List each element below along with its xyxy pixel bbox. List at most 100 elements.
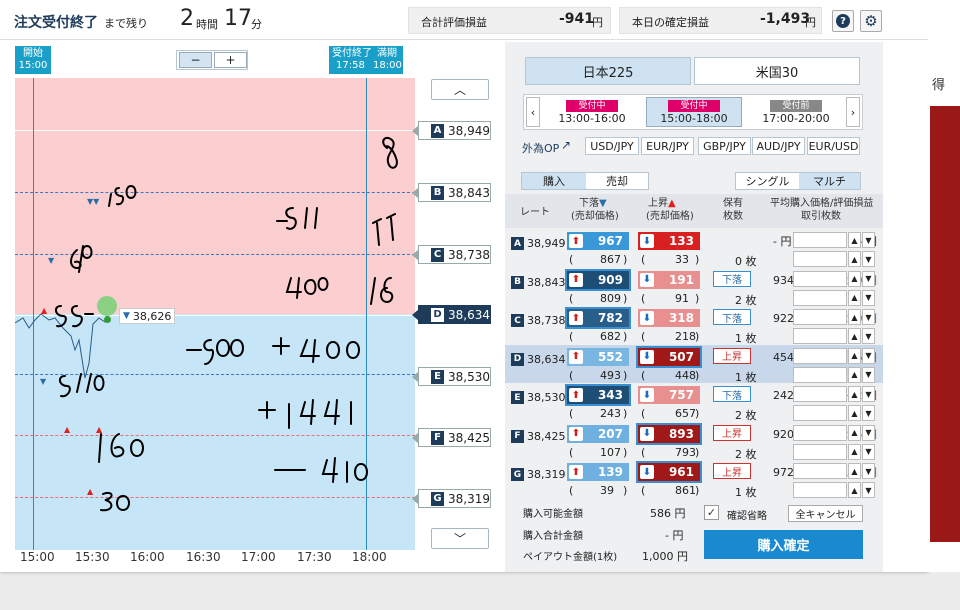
chevron-down-icon[interactable]: ▼ — [862, 251, 875, 267]
buy-tab[interactable]: 購入 — [522, 173, 586, 189]
qty-field[interactable] — [793, 309, 847, 325]
qty-field[interactable] — [793, 463, 847, 479]
up-sell-close: ) — [695, 253, 700, 266]
chevron-down-icon[interactable]: ▼ — [862, 386, 875, 402]
chevron-down-icon[interactable]: ▼ — [862, 232, 875, 248]
chevron-down-icon[interactable]: ▼ — [862, 347, 875, 364]
qty-field[interactable] — [793, 232, 847, 248]
up-price-button[interactable]: ⬇ 133 — [638, 232, 700, 250]
qty-field[interactable] — [793, 386, 847, 402]
chevron-up-icon[interactable]: ▲ — [848, 424, 861, 441]
chevron-up-icon[interactable]: ▲ — [848, 386, 861, 402]
down-price-button[interactable]: ⬆ 207 — [567, 424, 629, 443]
qty-field[interactable] — [793, 424, 847, 441]
chevron-down-icon[interactable]: ▼ — [862, 328, 875, 344]
table-row: D38,634⬆552⬇507(493)(448)上昇1 枚454 円-6 円▲… — [505, 344, 883, 384]
qty-field[interactable] — [793, 366, 847, 383]
chevron-up-icon[interactable]: ▲ — [848, 347, 861, 364]
period-option[interactable]: 受付中 15:00-18:00 — [646, 97, 742, 127]
qty-field[interactable] — [793, 289, 847, 306]
price-line — [15, 136, 398, 512]
chevron-up-icon[interactable]: ▲ — [848, 366, 861, 383]
triangle-up-icon: ▲ — [96, 425, 103, 434]
level-letter: F — [431, 430, 444, 445]
chevron-up-icon[interactable]: ▲ — [848, 443, 861, 460]
qty-field[interactable] — [793, 347, 847, 364]
chevron-up-icon[interactable]: ▲ — [848, 289, 861, 306]
down-price-button[interactable]: ⬆ 343 — [565, 384, 631, 406]
current-price-badge: ▼ 38,626 — [119, 308, 176, 324]
chevron-down-icon[interactable]: ▼ — [862, 366, 875, 383]
down-price-button[interactable]: ⬆ 782 — [565, 307, 631, 329]
down-price-button[interactable]: ⬆ 967 — [567, 232, 629, 250]
chevron-up-icon[interactable]: ▲ — [848, 328, 861, 344]
chevron-down-icon[interactable]: ▼ — [862, 482, 875, 498]
down-sell-close: ) — [623, 291, 628, 305]
single-mode-tab[interactable]: シングル — [736, 173, 799, 189]
chevron-left-icon[interactable]: ‹ — [526, 97, 540, 127]
skip-confirm-checkbox[interactable]: ✓ — [704, 505, 719, 520]
chevron-up-icon[interactable]: ▲ — [848, 232, 861, 248]
chevron-down-icon[interactable]: ▼ — [862, 405, 875, 421]
up-price-button[interactable]: ⬇ 893 — [636, 422, 702, 445]
fx-pair-button[interactable]: AUD/JPY — [752, 137, 805, 155]
fx-option-label[interactable]: 外為OP — [522, 140, 559, 156]
confirm-purchase-button[interactable]: 購入確定 — [704, 530, 863, 559]
cancel-all-button[interactable]: 全キャンセル — [788, 505, 863, 522]
fx-pair-button[interactable]: GBP/JPY — [698, 137, 751, 155]
chevron-right-icon[interactable]: › — [846, 97, 860, 127]
chevron-up-icon[interactable]: ▲ — [848, 405, 861, 421]
chevron-up-icon[interactable]: ▲ — [848, 482, 861, 498]
table-row: G38,319⬆139⬇961(39)(861)上昇1 枚972 円-111 円… — [505, 460, 883, 499]
sell-tab[interactable]: 売却 — [586, 173, 648, 189]
chevron-up-icon[interactable]: ▲ — [848, 251, 861, 267]
multi-mode-tab[interactable]: マルチ — [799, 173, 860, 189]
level-letter: C — [431, 247, 444, 262]
chevron-down-icon[interactable]: ▼ — [862, 424, 875, 441]
chevron-up-icon[interactable]: ▲ — [848, 270, 861, 287]
down-sell-close: ) — [623, 407, 628, 420]
period-option[interactable]: 受付前 17:00-20:00 — [748, 97, 844, 127]
chevron-up-icon[interactable]: ▲ — [848, 463, 861, 479]
row-letter: F — [511, 429, 524, 443]
tab-us30[interactable]: 米国30 — [694, 57, 860, 85]
zoom-in-button[interactable]: + — [214, 52, 247, 68]
up-price-button[interactable]: ⬇ 191 — [638, 270, 700, 289]
up-price-button[interactable]: ⬇ 507 — [636, 345, 702, 368]
down-price-button[interactable]: ⬆ 909 — [565, 268, 631, 291]
qty-field[interactable] — [793, 482, 847, 498]
chevron-down-icon[interactable]: ▼ — [862, 289, 875, 306]
chart-down-button[interactable]: ﹀ — [431, 528, 489, 549]
up-price-button[interactable]: ⬇ 318 — [638, 309, 700, 327]
chevron-down-icon[interactable]: ▼ — [862, 443, 875, 460]
row-rate-value: 38,843 — [527, 275, 566, 289]
col-up-sub: (売却価格) — [646, 211, 694, 222]
chevron-up-icon[interactable]: ▲ — [848, 309, 861, 325]
up-price-button[interactable]: ⬇ 757 — [638, 386, 700, 404]
qty-field[interactable] — [793, 328, 847, 344]
fx-pair-button[interactable]: EUR/JPY — [641, 137, 694, 155]
chevron-down-icon[interactable]: ▼ — [862, 463, 875, 479]
qty-field[interactable] — [793, 443, 847, 460]
fx-pair-button[interactable]: EUR/USD — [807, 137, 860, 155]
down-price-button[interactable]: ⬆ 552 — [567, 347, 629, 366]
up-price-button[interactable]: ⬇ 961 — [636, 461, 702, 483]
down-price-button[interactable]: ⬆ 139 — [567, 463, 629, 481]
price-chart[interactable]: ▼ 38,626 ▼▼ ▼ ▼ ▲ ▲ ▲ ▲ — [15, 78, 415, 550]
fixed-pl-box: 本日の確定損益 -1,493 円 — [619, 7, 822, 34]
row-letter: A — [511, 237, 524, 250]
zoom-out-button[interactable]: − — [179, 52, 212, 68]
tab-nikkei225[interactable]: 日本225 — [525, 57, 691, 85]
chevron-down-icon[interactable]: ▼ — [862, 270, 875, 287]
period-option[interactable]: 受付中 13:00-16:00 — [544, 97, 640, 127]
period-status: 受付中 — [566, 100, 618, 112]
qty-field[interactable] — [793, 405, 847, 421]
qty-field[interactable] — [793, 270, 847, 287]
qty-field[interactable] — [793, 251, 847, 267]
row-rate: B 38,843 — [511, 275, 566, 289]
fx-pair-button[interactable]: USD/JPY — [585, 137, 639, 155]
chevron-down-icon[interactable]: ▼ — [862, 309, 875, 325]
chart-up-button[interactable]: ︿ — [431, 79, 489, 100]
gear-icon[interactable]: ⚙ — [860, 10, 882, 32]
help-icon[interactable]: ? — [832, 10, 854, 32]
